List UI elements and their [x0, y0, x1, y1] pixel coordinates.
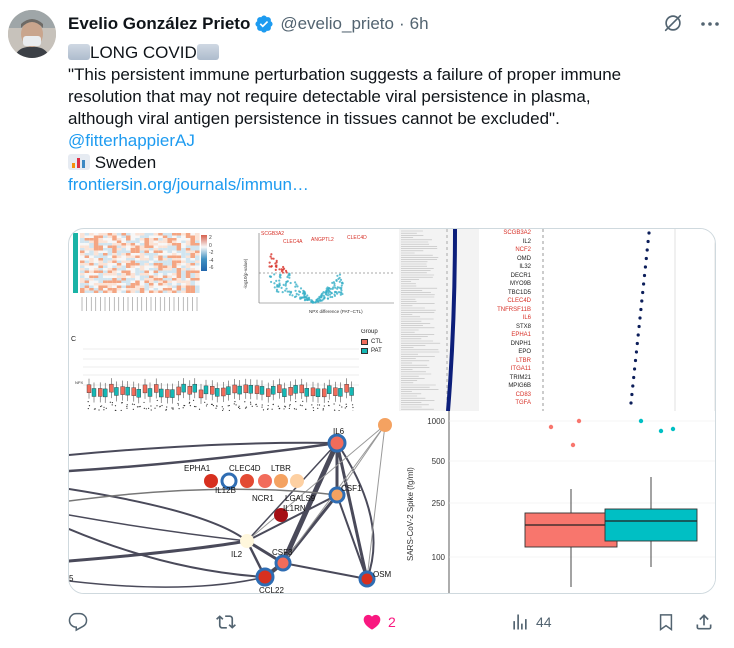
- reply-icon: [68, 612, 88, 632]
- legend-ctl: CTL: [371, 339, 383, 345]
- fog-icon: [68, 44, 90, 60]
- svg-text:CSF3: CSF3: [272, 548, 293, 557]
- share-icon: [696, 614, 712, 630]
- y-tick-label: 250: [432, 499, 446, 508]
- boxplot-legend: Group CTL PAT: [361, 329, 401, 365]
- retweet-icon: [216, 615, 236, 629]
- svg-text:EPHA1: EPHA1: [184, 464, 211, 473]
- svg-text:C: C: [71, 336, 76, 343]
- fog-icon: [196, 44, 219, 60]
- separator-dot: ·: [398, 14, 405, 33]
- svg-text:NPX: NPX: [75, 380, 84, 385]
- volcano-chart: SCGB3A2 CLEC4A ANGPTL2 CLEC4D NPX differ…: [243, 231, 394, 314]
- legend-pat: PAT: [371, 348, 382, 354]
- y-tick-label: 1000: [427, 417, 445, 426]
- country-line: Sweden: [68, 152, 718, 174]
- verified-badge-icon: [255, 15, 273, 33]
- like-count: 2: [388, 614, 396, 630]
- views-icon: [513, 614, 527, 630]
- svg-text:IL12B: IL12B: [215, 486, 236, 495]
- dotplot-panel: SCGB3A2 IL2 NCF2 OMD IL32 DECR1 MYO9B TBC1D5 CLE…: [479, 229, 715, 411]
- svg-text:ANGPTL2: ANGPTL2: [311, 237, 334, 243]
- svg-text:SCGB3A2: SCGB3A2: [261, 231, 284, 237]
- bookmark-icon: [659, 614, 673, 631]
- heatmap-panel: [69, 229, 219, 329]
- volcano-panel: SCGB3A2 CLEC4A ANGPTL2 CLEC4D NPX differ…: [239, 229, 399, 329]
- tweet-text: LONG COVID "This persistent immune pertu…: [68, 42, 718, 196]
- mention-link[interactable]: @fitterhappierAJ: [68, 131, 195, 150]
- svg-text:CLEC4D: CLEC4D: [229, 464, 261, 473]
- bookmark-button[interactable]: [656, 608, 676, 636]
- y-tick-label: 100: [432, 553, 446, 562]
- reply-button[interactable]: [68, 608, 94, 636]
- svg-text:LTBR: LTBR: [271, 464, 291, 473]
- legend-title: Group: [361, 329, 378, 335]
- avatar[interactable]: [8, 10, 56, 58]
- media-image[interactable]: 2 0 -2 -4 -6 SCGB3A2 CLEC4A ANGPTL2 CLEC…: [68, 228, 716, 594]
- author-name[interactable]: Evelio González Prieto: [68, 14, 250, 34]
- views-count: 44: [536, 614, 552, 630]
- tweet-timestamp[interactable]: 6h: [410, 14, 429, 34]
- heatmap-chart: [73, 233, 200, 311]
- svg-text:LGALS9: LGALS9: [285, 494, 316, 503]
- article-link[interactable]: frontiersin.org/journals/immun…: [68, 175, 309, 194]
- svg-text:CLEC4D: CLEC4D: [347, 235, 367, 241]
- author-handle[interactable]: @evelio_prieto: [280, 14, 394, 34]
- action-bar: 2 44: [68, 608, 718, 636]
- heading-line: LONG COVID: [68, 42, 718, 64]
- spike-boxplot: SARS-CoV-2 Spike (fg/ml) 1000 500 250 100: [406, 411, 715, 593]
- quote-line: "This persistent immune perturbation sug…: [68, 65, 622, 84]
- spike-chart-panel: SARS-CoV-2 Spike (fg/ml) 1000 500 250 100: [399, 411, 715, 593]
- svg-text:IL6: IL6: [333, 427, 345, 436]
- like-button[interactable]: 2: [362, 608, 396, 636]
- country-text: Sweden: [94, 153, 157, 172]
- tweet-header: Evelio González Prieto @evelio_prieto · …: [68, 12, 718, 36]
- bar-chart-icon: [68, 154, 90, 170]
- y-tick-label: 500: [432, 457, 446, 466]
- curve-panel: [399, 229, 479, 411]
- svg-text:-log10(p-value): -log10(p-value): [243, 258, 248, 289]
- svg-text:NPX difference (PAT−CTL): NPX difference (PAT−CTL): [309, 309, 363, 314]
- heart-icon: [363, 614, 381, 630]
- svg-text:CSF1: CSF1: [341, 484, 362, 493]
- tweet-heading: LONG COVID: [90, 43, 197, 62]
- network-graph: IL6 EPHA1 IL12B CLEC4D NCR1 LTBR LGALS9 …: [69, 418, 392, 594]
- share-button[interactable]: [694, 608, 714, 636]
- svg-text:OSM: OSM: [373, 570, 392, 579]
- svg-text:NCR1: NCR1: [252, 494, 274, 503]
- retweet-button[interactable]: [216, 608, 242, 636]
- svg-text:SARS-CoV-2 Spike (fg/ml): SARS-CoV-2 Spike (fg/ml): [406, 467, 415, 561]
- quote-line: although viral antigen persistence in ti…: [68, 109, 560, 128]
- svg-text:CCL22: CCL22: [259, 586, 284, 594]
- quote-line: resolution that may not require detectab…: [68, 87, 591, 106]
- grok-icon[interactable]: [662, 12, 684, 34]
- more-icon[interactable]: [698, 12, 722, 36]
- svg-text:CLEC4A: CLEC4A: [283, 239, 303, 245]
- boxplot-panel: C NPX Group: [69, 329, 399, 411]
- boxplot-chart: C NPX Group: [71, 336, 359, 411]
- svg-text:IL1RN: IL1RN: [283, 504, 306, 513]
- svg-text:IL2: IL2: [231, 550, 243, 559]
- heatmap-scale-labels: 2 0 -2 -4 -6: [209, 235, 214, 272]
- network-panel: IL6 EPHA1 IL12B CLEC4D NCR1 LTBR LGALS9 …: [69, 411, 399, 594]
- svg-text:5: 5: [69, 574, 74, 583]
- views-button[interactable]: 44: [510, 608, 552, 636]
